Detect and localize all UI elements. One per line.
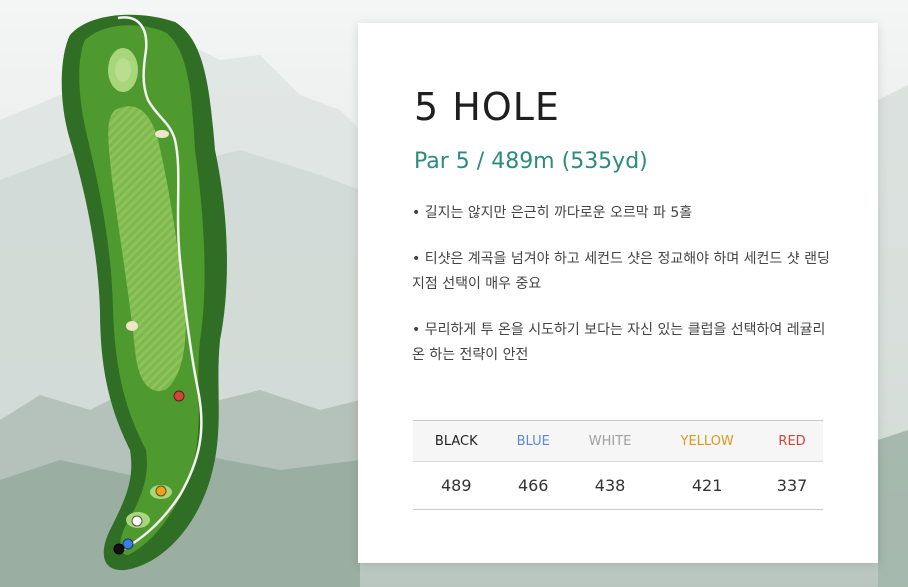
tee-header-red: RED [761,420,823,462]
tee-header-row: BLACK BLUE WHITE YELLOW RED [413,420,823,462]
hole-description-list: • 길지는 않지만 은근히 까다로운 오르막 파 5홀 • 티샷은 계곡을 넘겨… [412,201,832,389]
description-item: • 무리하게 투 온을 시도하기 보다는 자신 있는 클럽을 선택하여 레귤리 … [412,322,826,363]
distance-yellow: 421 [691,476,723,495]
distance-white: 438 [594,476,626,495]
tee-distance-table: BLACK BLUE WHITE YELLOW RED 489 466 438 … [413,420,823,510]
red-tee-marker [173,390,185,402]
tee-distance-row: 489 466 438 421 337 [413,462,823,510]
yellow-tee-marker [155,485,167,497]
black-tee-marker [113,543,125,555]
bunker [155,130,169,138]
tee-header-white: WHITE [566,420,654,462]
blue-tee-marker [122,538,134,550]
tee-header-black: BLACK [413,420,500,462]
par-distance: Par 5 / 489m (535yd) [414,149,648,174]
tee-header-blue: BLUE [499,420,567,462]
description-item: • 길지는 않지만 은근히 까다로운 오르막 파 5홀 [412,205,693,221]
hole-info-card: 5 HOLE Par 5 / 489m (535yd) • 길지는 않지만 은근… [358,23,878,563]
description-item: • 티샷은 계곡을 넘겨야 하고 세컨드 샷은 정교해야 하며 세컨드 샷 랜딩… [412,251,830,292]
hole-title: 5 HOLE [414,85,560,129]
green-center [115,58,131,82]
hole-course-map [61,14,227,571]
white-tee-marker [131,515,143,527]
tee-header-yellow: YELLOW [653,420,762,462]
distance-red: 337 [776,476,808,495]
bunker [126,321,138,331]
distance-blue: 466 [517,476,549,495]
distance-black: 489 [441,476,472,495]
